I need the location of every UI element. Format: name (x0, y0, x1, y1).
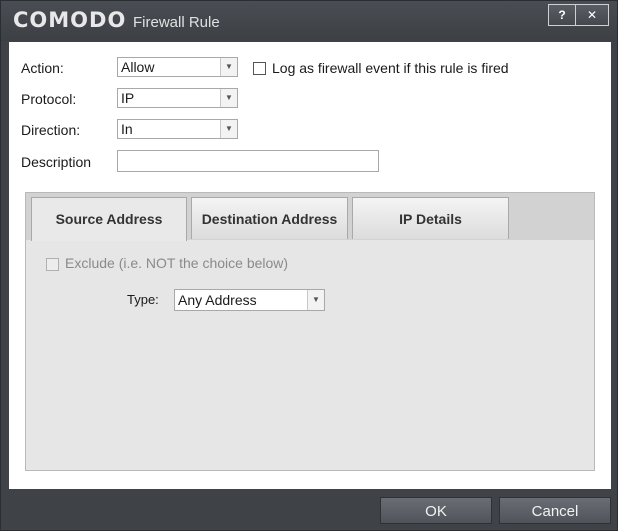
action-select[interactable]: Allow ▼ (117, 57, 238, 77)
protocol-select[interactable]: IP ▼ (117, 88, 238, 108)
tab-strip: Source Address Destination Address IP De… (26, 193, 594, 241)
direction-label: Direction: (21, 122, 81, 138)
tab-ip-details[interactable]: IP Details (352, 197, 509, 239)
help-button[interactable]: ? (548, 4, 576, 26)
window-title: Firewall Rule (133, 14, 220, 31)
close-button[interactable]: ✕ (575, 4, 609, 26)
protocol-select-value: IP (121, 90, 135, 106)
comodo-logo: COMODO (13, 8, 127, 32)
ok-button[interactable]: OK (380, 497, 492, 524)
action-select-value: Allow (121, 59, 155, 75)
description-label: Description (21, 154, 92, 170)
chevron-down-icon: ▼ (220, 89, 237, 107)
chevron-down-icon: ▼ (307, 290, 324, 310)
exclude-checkbox[interactable] (46, 258, 59, 271)
address-type-value: Any Address (178, 292, 257, 308)
chevron-down-icon: ▼ (220, 58, 237, 76)
address-tab-panel: Source Address Destination Address IP De… (25, 192, 595, 471)
log-event-checkbox[interactable] (253, 62, 266, 75)
tab-source-address[interactable]: Source Address (31, 197, 187, 241)
address-type-select[interactable]: Any Address ▼ (174, 289, 325, 311)
exclude-label: Exclude (i.e. NOT the choice below) (65, 255, 289, 271)
tab-destination-address[interactable]: Destination Address (191, 197, 348, 239)
protocol-label: Protocol: (21, 91, 77, 107)
type-label: Type: (127, 292, 159, 307)
firewall-rule-dialog: COMODO Firewall Rule ? ✕ Action: Allow ▼… (0, 0, 618, 531)
chevron-down-icon: ▼ (220, 120, 237, 138)
title-bar[interactable]: COMODO Firewall Rule ? ✕ (1, 1, 617, 41)
action-label: Action: (21, 60, 64, 76)
description-input[interactable] (117, 150, 379, 172)
dialog-content: Action: Allow ▼ Log as firewall event if… (9, 42, 611, 489)
log-event-label: Log as firewall event if this rule is fi… (272, 60, 509, 76)
cancel-button[interactable]: Cancel (499, 497, 611, 524)
direction-select-value: In (121, 121, 133, 137)
direction-select[interactable]: In ▼ (117, 119, 238, 139)
